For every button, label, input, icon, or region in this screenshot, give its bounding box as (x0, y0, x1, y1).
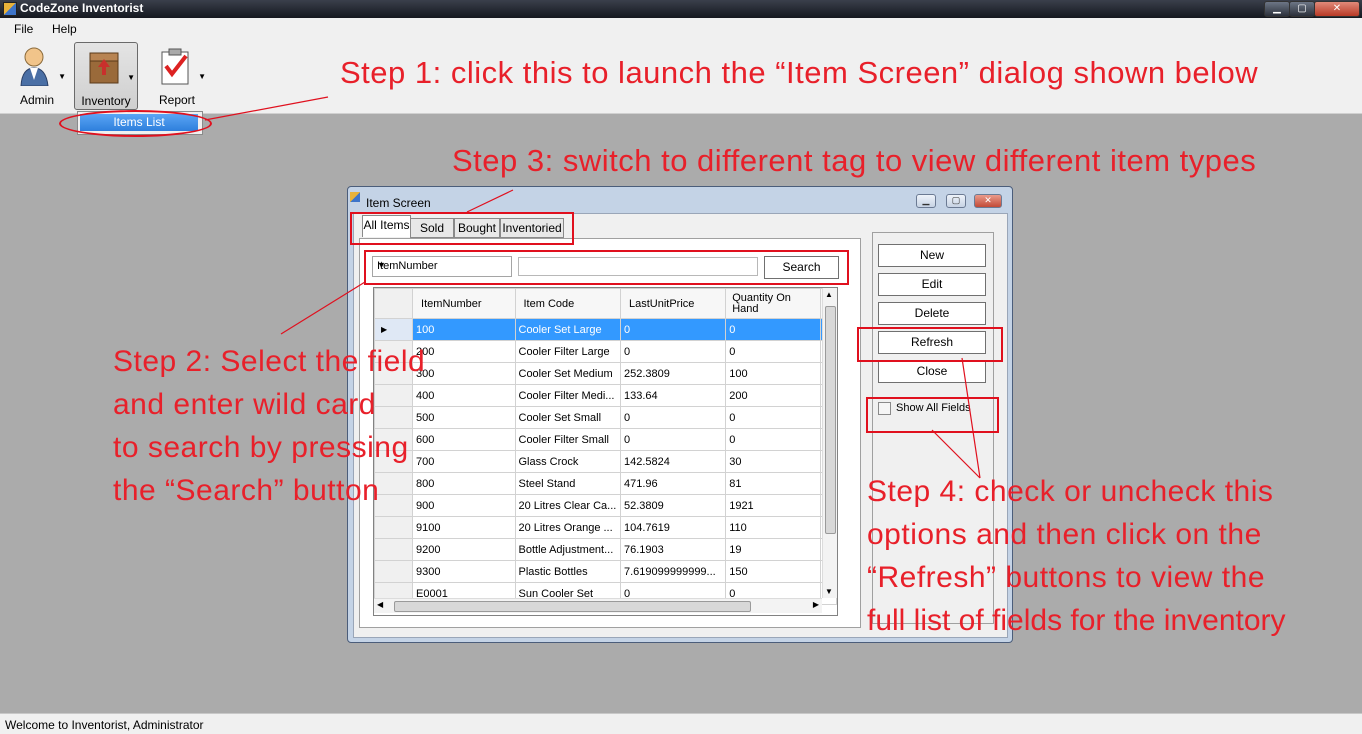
annotation-step2-line1: Step 2: Select the field (113, 345, 426, 378)
annotation-step3: Step 3: switch to different tag to view … (452, 143, 1257, 178)
annotation-step2-line2: and enter wild card (113, 388, 376, 421)
annotation-step1: Step 1: click this to launch the “Item S… (340, 55, 1259, 90)
annotation-step4-line2: options and then click on the (867, 518, 1262, 551)
annotation-step2-line4: the “Search” button (113, 474, 380, 507)
annotation-step4-line3: “Refresh” buttons to view the (867, 561, 1266, 594)
annotation-step2-line3: to search by pressing (113, 431, 409, 464)
annotation-step4-line1: Step 4: check or uncheck this (867, 475, 1274, 508)
annotation-step4-line4: full list of fields for the inventory (867, 604, 1286, 637)
